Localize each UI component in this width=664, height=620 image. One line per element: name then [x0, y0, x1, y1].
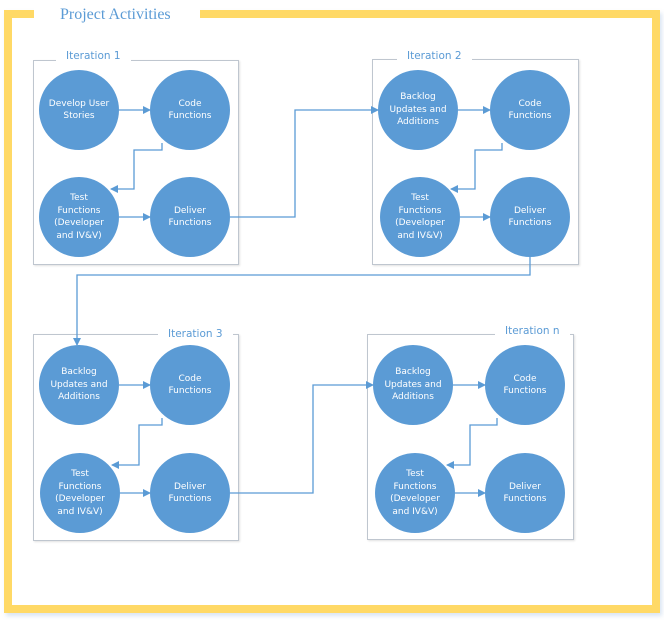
node-label: Code Functions — [503, 373, 547, 397]
node-test-functions[interactable]: Test Functions (Developer and IV&V) — [380, 177, 460, 257]
node-code-functions[interactable]: Code Functions — [490, 70, 570, 150]
node-label: Backlog Updates and Additions — [389, 92, 447, 128]
node-label: Test Functions (Developer and IV&V) — [390, 469, 440, 517]
node-code-functions[interactable]: Code Functions — [150, 70, 230, 150]
node-label: Code Functions — [168, 373, 212, 397]
node-label: Deliver Functions — [168, 481, 212, 505]
node-deliver-functions[interactable]: Deliver Functions — [150, 177, 230, 257]
node-label: Deliver Functions — [503, 481, 547, 505]
node-label: Backlog Updates and Additions — [384, 367, 442, 403]
node-label: Test Functions (Developer and IV&V) — [55, 469, 105, 517]
node-backlog-updates[interactable]: Backlog Updates and Additions — [378, 70, 458, 150]
node-develop-user-stories[interactable]: Develop User Stories — [39, 70, 119, 150]
node-deliver-functions[interactable]: Deliver Functions — [490, 177, 570, 257]
node-backlog-updates[interactable]: Backlog Updates and Additions — [39, 345, 119, 425]
diagram-title: Project Activities — [60, 6, 171, 23]
node-label: Test Functions (Developer and IV&V) — [54, 193, 104, 241]
iteration-3-label: Iteration 3 — [158, 327, 233, 341]
node-test-functions[interactable]: Test Functions (Developer and IV&V) — [40, 453, 120, 533]
node-label: Deliver Functions — [508, 205, 552, 229]
node-deliver-functions[interactable]: Deliver Functions — [150, 453, 230, 533]
iteration-1-label: Iteration 1 — [56, 49, 131, 63]
node-test-functions[interactable]: Test Functions (Developer and IV&V) — [375, 453, 455, 533]
node-code-functions[interactable]: Code Functions — [150, 345, 230, 425]
iteration-n-label: Iteration n — [495, 324, 570, 338]
node-code-functions[interactable]: Code Functions — [485, 345, 565, 425]
node-label: Deliver Functions — [168, 205, 212, 229]
iteration-2-label: Iteration 2 — [397, 49, 472, 63]
node-test-functions[interactable]: Test Functions (Developer and IV&V) — [39, 177, 119, 257]
node-deliver-functions[interactable]: Deliver Functions — [485, 453, 565, 533]
node-backlog-updates[interactable]: Backlog Updates and Additions — [373, 345, 453, 425]
node-label: Develop User Stories — [48, 98, 110, 122]
node-label: Code Functions — [508, 98, 552, 122]
node-label: Code Functions — [168, 98, 212, 122]
node-label: Test Functions (Developer and IV&V) — [395, 193, 445, 241]
node-label: Backlog Updates and Additions — [50, 367, 108, 403]
